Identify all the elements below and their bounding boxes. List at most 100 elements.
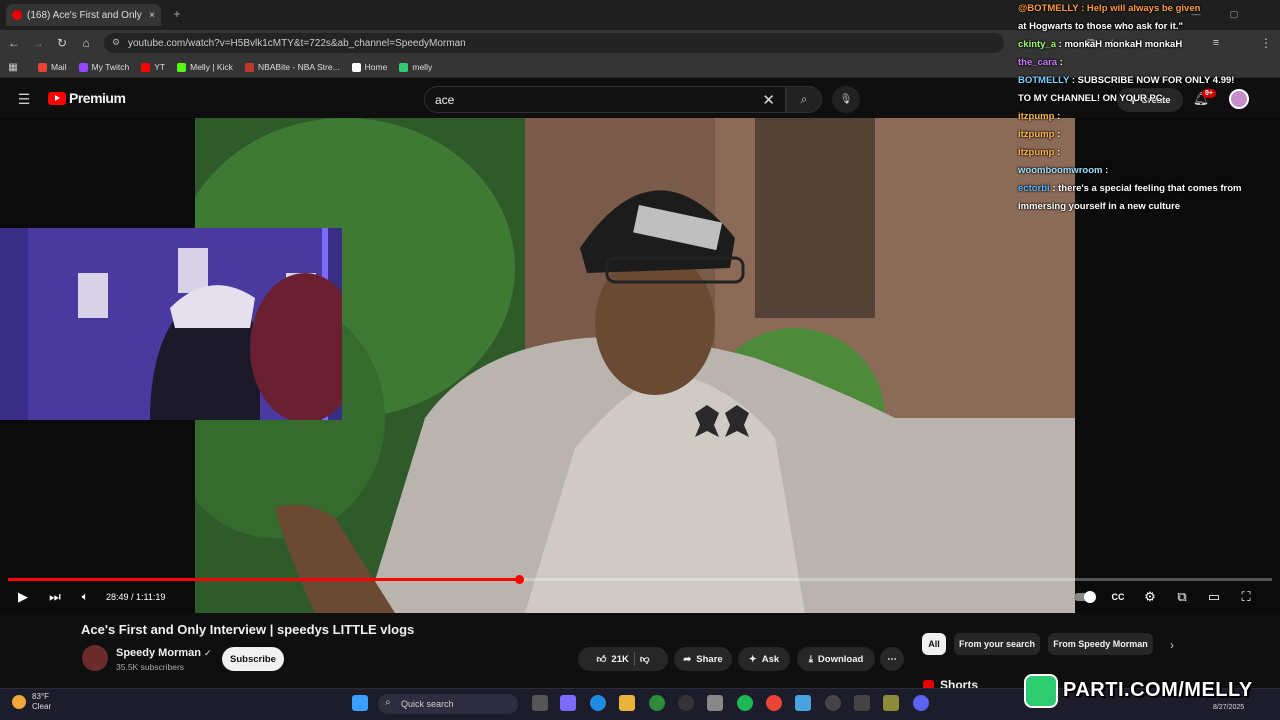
next-icon[interactable]: ⏭ bbox=[46, 584, 64, 610]
site-info-icon[interactable]: ⚙ bbox=[112, 37, 120, 48]
tab-title: (168) Ace's First and Only Interv bbox=[27, 9, 144, 21]
home-icon[interactable]: ⌂ bbox=[78, 34, 94, 52]
channel-avatar[interactable] bbox=[82, 645, 108, 671]
chat-message: ectorbi : there's a special feeling that… bbox=[1018, 183, 1242, 194]
task-view-icon[interactable] bbox=[532, 695, 548, 711]
chat-message: BOTMELLY : SUBSCRIBE NOW FOR ONLY 4.99! bbox=[1018, 75, 1235, 86]
thumbs-down-icon[interactable]: 👎︎ bbox=[640, 653, 650, 665]
chat-message: ckinty_a : monkaH monkaH monkaH bbox=[1018, 39, 1183, 50]
chat-message: woomboomwroom : bbox=[1018, 165, 1109, 176]
progress-scrubber[interactable] bbox=[515, 575, 524, 584]
x-icon bbox=[351, 62, 361, 72]
share-icon: ➦ bbox=[683, 653, 692, 665]
xbox-icon[interactable] bbox=[649, 695, 665, 711]
captions-icon[interactable]: CC bbox=[1108, 584, 1128, 610]
address-bar[interactable]: ⚙ youtube.com/watch?v=H5Bvlk1cMTY&t=722s… bbox=[104, 33, 1004, 53]
streamer-webcam-overlay bbox=[0, 228, 342, 420]
download-icon: ⤓ bbox=[808, 653, 813, 665]
bookmark-yt[interactable]: YT bbox=[141, 62, 165, 72]
search-icon: ⌕ bbox=[800, 92, 808, 106]
subscribe-button[interactable]: Subscribe bbox=[222, 647, 284, 671]
play-icon[interactable]: ▶ bbox=[14, 584, 32, 610]
discord-icon[interactable] bbox=[913, 695, 929, 711]
channel-name[interactable]: Speedy Morman ✓ bbox=[116, 647, 212, 659]
parti-watermark: PARTI.COM/MELLY bbox=[1024, 671, 1280, 710]
microphone-icon: 🎙 bbox=[839, 94, 853, 105]
chat-message: at Hogwarts to those who ask for it." bbox=[1018, 21, 1183, 32]
new-tab-button[interactable]: + bbox=[170, 6, 184, 22]
chip-from-speedy-morman[interactable]: From Speedy Morman bbox=[1048, 633, 1153, 655]
bookmark-nbabite[interactable]: NBABite - NBA Stre... bbox=[244, 62, 340, 72]
moon-weather-icon bbox=[12, 695, 26, 709]
chip-from-your-search[interactable]: From your search bbox=[954, 633, 1040, 655]
more-actions-button[interactable]: ⋯ bbox=[880, 647, 904, 671]
chat-message: @BOTMELLY : Help will always be given bbox=[1018, 3, 1201, 14]
store-icon[interactable] bbox=[707, 695, 723, 711]
chat-message: itzpump : bbox=[1018, 111, 1061, 122]
subscriber-count: 35.5K subscribers bbox=[116, 662, 185, 672]
chat-message: immersing yourself in a new culture bbox=[1018, 201, 1181, 212]
browser-tab[interactable]: (168) Ace's First and Only Interv × bbox=[6, 4, 161, 26]
forward-icon[interactable]: → bbox=[30, 34, 46, 52]
miniplayer-icon[interactable]: ⧉ bbox=[1172, 584, 1192, 610]
chat-message: TO MY CHANNEL! ON YOUR PC bbox=[1018, 93, 1163, 104]
fullscreen-icon[interactable]: ⛶ bbox=[1236, 584, 1256, 610]
settings-gear-icon[interactable]: ⚙ bbox=[1140, 584, 1160, 610]
twitch-icon bbox=[78, 62, 88, 72]
search-button[interactable]: ⌕ bbox=[786, 86, 822, 113]
clear-search-icon[interactable]: ✕ bbox=[762, 91, 775, 109]
progress-played bbox=[8, 578, 519, 581]
back-icon[interactable]: ← bbox=[6, 34, 22, 52]
chat-message: the_cara : bbox=[1018, 57, 1063, 68]
sparkle-icon: ✦ bbox=[748, 653, 757, 665]
chrome-icon[interactable] bbox=[766, 695, 782, 711]
media-player-icon[interactable] bbox=[825, 695, 841, 711]
weather-widget[interactable]: 83°F Clear bbox=[12, 692, 51, 712]
app-icon[interactable] bbox=[854, 695, 870, 711]
download-button[interactable]: ⤓ Download bbox=[797, 647, 875, 671]
chevron-right-icon[interactable]: › bbox=[1165, 636, 1179, 654]
app-icon[interactable] bbox=[883, 695, 899, 711]
chip-all[interactable]: All bbox=[922, 633, 946, 655]
bookmark-mail[interactable]: Mail bbox=[38, 62, 67, 72]
ask-button[interactable]: ✦ Ask bbox=[738, 647, 790, 671]
youtube-premium-logo[interactable]: Premium bbox=[48, 90, 126, 106]
parti-logo-icon bbox=[1024, 673, 1058, 708]
theater-mode-icon[interactable]: ▭ bbox=[1204, 584, 1224, 610]
search-icon: ⌕ bbox=[385, 697, 391, 708]
edge-icon[interactable] bbox=[590, 695, 606, 711]
copilot-icon[interactable] bbox=[560, 695, 576, 711]
chat-message: itzpump : bbox=[1018, 129, 1061, 140]
apps-grid-icon[interactable]: ▦ bbox=[6, 60, 20, 74]
nbabite-icon bbox=[244, 62, 254, 72]
spotify-icon[interactable] bbox=[737, 695, 753, 711]
photos-icon[interactable] bbox=[795, 695, 811, 711]
file-explorer-icon[interactable] bbox=[619, 695, 635, 711]
search-input[interactable]: ace ✕ bbox=[424, 86, 786, 113]
time-display: 28:49 / 1:11:19 bbox=[106, 592, 166, 602]
youtube-favicon-icon bbox=[12, 10, 22, 20]
player-controls: ▶ ⏭ 🔈︎ 28:49 / 1:11:19 CC ⚙ ⧉ ▭ ⛶ bbox=[0, 584, 1280, 610]
taskbar-search[interactable]: ⌕ Quick search bbox=[378, 694, 518, 714]
melly-icon bbox=[399, 62, 409, 72]
autoplay-toggle[interactable] bbox=[1072, 584, 1096, 610]
obs-icon[interactable] bbox=[678, 695, 694, 711]
voice-search-button[interactable]: 🎙 bbox=[832, 86, 860, 113]
like-button[interactable]: 👍︎ 21K bbox=[596, 653, 628, 666]
hamburger-menu-icon[interactable]: ☰ bbox=[15, 91, 33, 107]
tab-close-icon[interactable]: × bbox=[149, 10, 155, 21]
volume-icon[interactable]: 🔈︎ bbox=[77, 584, 93, 610]
search-query: ace bbox=[435, 92, 455, 107]
bookmark-melly[interactable]: melly bbox=[399, 62, 432, 72]
windows-start-icon[interactable] bbox=[352, 695, 368, 711]
share-button[interactable]: ➦ Share bbox=[674, 647, 732, 671]
reload-icon[interactable]: ↻ bbox=[54, 34, 70, 52]
bookmark-twitch[interactable]: My Twitch bbox=[78, 62, 129, 72]
youtube-icon bbox=[141, 62, 151, 72]
bookmark-home[interactable]: Home bbox=[351, 62, 387, 72]
like-dislike-group: 👍︎ 21K 👎︎ bbox=[578, 647, 668, 671]
kick-icon bbox=[177, 62, 187, 72]
bookmark-kick[interactable]: Melly | Kick bbox=[177, 62, 233, 72]
verified-icon: ✓ bbox=[204, 648, 212, 658]
parti-brand-text: PARTI.COM/MELLY bbox=[1063, 679, 1253, 701]
